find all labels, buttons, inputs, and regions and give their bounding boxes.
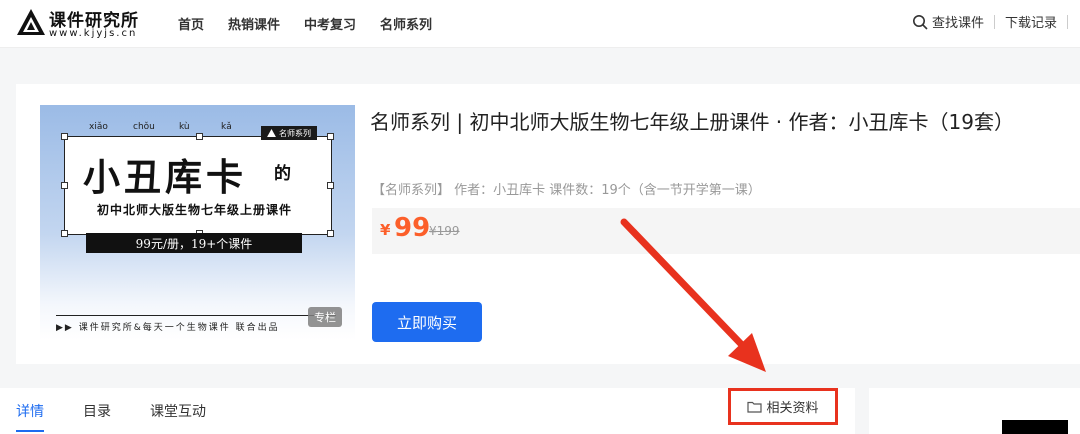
product-card: xiǎo chǒu kù kǎ 小丑库卡 的 初中北师大版生物七年级上册课件 名… bbox=[16, 84, 1080, 364]
cover-badge: 名师系列 bbox=[261, 126, 317, 140]
related-materials-label: 相关资料 bbox=[766, 401, 819, 416]
column-tag: 专栏 bbox=[308, 307, 342, 327]
main-nav: 首页 热销课件 中考复习 名师系列 bbox=[178, 14, 432, 33]
nav-home[interactable]: 首页 bbox=[178, 14, 204, 33]
price-bar: ¥ 99 ¥199 bbox=[372, 208, 1080, 254]
cover-pinyin: xiǎo bbox=[89, 122, 108, 132]
cover-pinyin: chǒu bbox=[133, 122, 155, 132]
top-header: 课件研究所 www.kjyjs.cn 首页 热销课件 中考复习 名师系列 查找课… bbox=[0, 0, 1080, 48]
site-logo[interactable]: 课件研究所 www.kjyjs.cn bbox=[16, 5, 158, 41]
nav-exam-review[interactable]: 中考复习 bbox=[304, 14, 356, 33]
search-label: 查找课件 bbox=[931, 16, 984, 31]
tab-catalog[interactable]: 目录 bbox=[83, 401, 111, 421]
detail-tabs: 详情 目录 课堂互动 相关资料 bbox=[0, 388, 855, 434]
current-price: 99 bbox=[394, 213, 431, 243]
product-meta: 【名师系列】 作者：小丑库卡 课件数：19个（含一节开学第一课） bbox=[372, 183, 761, 198]
side-banner bbox=[1002, 420, 1068, 434]
nav-famous-teachers[interactable]: 名师系列 bbox=[380, 14, 432, 33]
search-link[interactable]: 查找课件 bbox=[912, 12, 984, 31]
cover-title-box: xiǎo chǒu kù kǎ 小丑库卡 的 初中北师大版生物七年级上册课件 bbox=[61, 122, 334, 237]
cover-pinyin: kǎ bbox=[221, 122, 232, 132]
resize-handle bbox=[61, 133, 68, 140]
resize-handle bbox=[196, 133, 203, 140]
nav-hot-courses[interactable]: 热销课件 bbox=[228, 14, 280, 33]
resize-handle bbox=[61, 182, 68, 189]
resize-handle bbox=[327, 230, 334, 237]
course-cover-image[interactable]: xiǎo chǒu kù kǎ 小丑库卡 的 初中北师大版生物七年级上册课件 名… bbox=[40, 105, 355, 340]
buy-now-button[interactable]: 立即购买 bbox=[372, 302, 482, 342]
resize-handle bbox=[327, 182, 334, 189]
cover-big-title: 小丑库卡 bbox=[83, 155, 247, 199]
header-divider bbox=[1067, 14, 1068, 29]
price-currency: ¥ bbox=[380, 221, 391, 239]
download-history-link[interactable]: 下载记录 bbox=[1005, 12, 1057, 31]
logo-mark-icon bbox=[267, 129, 276, 137]
cover-footer: ▶▶ 课件研究所&每天一个生物课件 联合出品 bbox=[56, 315, 336, 333]
folder-icon bbox=[747, 401, 763, 413]
header-actions: 查找课件 下载记录 bbox=[912, 12, 1068, 31]
logo-url: www.kjyjs.cn bbox=[49, 28, 138, 39]
resize-handle bbox=[327, 133, 334, 140]
search-icon bbox=[912, 14, 928, 30]
cover-price-line: 99元/册，19+个课件 bbox=[86, 233, 302, 253]
cover-subtitle: 初中北师大版生物七年级上册课件 bbox=[97, 203, 293, 217]
resize-handle bbox=[61, 230, 68, 237]
active-tab-indicator bbox=[16, 430, 44, 432]
cover-de: 的 bbox=[274, 164, 291, 184]
logo-mark-icon bbox=[17, 9, 45, 35]
tab-details[interactable]: 详情 bbox=[16, 401, 44, 421]
cover-pinyin: kù bbox=[179, 122, 190, 132]
product-title: 名师系列 | 初中北师大版生物七年级上册课件 · 作者：小丑库卡（19套） bbox=[370, 110, 1014, 134]
cover-badge-label: 名师系列 bbox=[279, 128, 311, 138]
header-divider bbox=[993, 14, 995, 29]
related-materials-button[interactable]: 相关资料 bbox=[728, 388, 838, 425]
tab-interaction[interactable]: 课堂互动 bbox=[150, 401, 206, 421]
original-price: ¥199 bbox=[429, 224, 460, 238]
